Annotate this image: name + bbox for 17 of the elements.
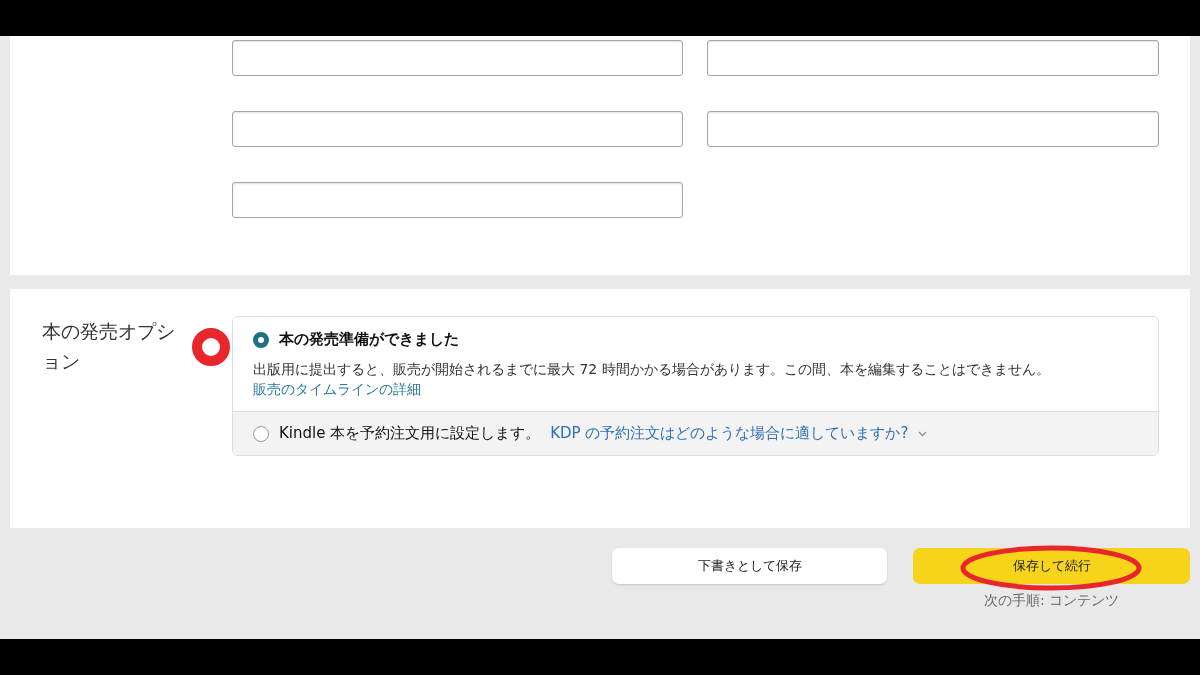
option-label: 本の発売準備ができました [279, 330, 459, 349]
option-label: Kindle 本を予約注文用に設定します。 [279, 424, 541, 443]
next-step-text: 次の手順: コンテンツ [983, 592, 1120, 610]
save-draft-button[interactable]: 下書きとして保存 [612, 548, 887, 584]
text-input-field[interactable] [707, 40, 1159, 76]
option-description: 出版用に提出すると、販売が開始されるまでに最大 72 時間かかる場合があります。この間、本を編集することはできません。 販売のタイムラインの詳細 [253, 360, 1051, 399]
text-input-field[interactable] [707, 111, 1159, 147]
text-input-field[interactable] [232, 111, 683, 147]
annotation-ring-drawing [191, 327, 231, 367]
help-link[interactable]: KDP の予約注文はどのような場合に適していますか? [550, 424, 909, 443]
text-input-field[interactable] [232, 40, 683, 76]
text-input-field[interactable] [232, 182, 683, 218]
radio-button[interactable] [253, 425, 269, 442]
radio-button[interactable] [253, 331, 269, 348]
timeline-link[interactable]: 販売のタイムラインの詳細 [253, 381, 421, 397]
section-title: 本の発売オプション [42, 319, 176, 374]
caret-icon[interactable] [918, 430, 928, 437]
